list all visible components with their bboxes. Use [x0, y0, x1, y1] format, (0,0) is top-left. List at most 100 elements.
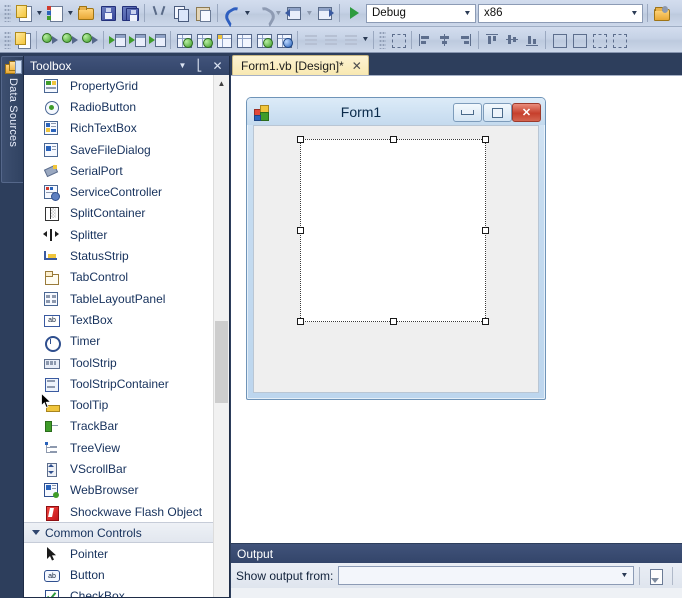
toolbox-item-timer[interactable]: Timer: [24, 330, 214, 353]
resize-handle-s[interactable]: [389, 318, 397, 325]
chevron-down-icon[interactable]: [460, 5, 475, 22]
size-to-grid-button[interactable]: [589, 29, 609, 51]
solution-configuration-combo[interactable]: Debug: [366, 3, 476, 23]
resize-handle-se[interactable]: [482, 318, 489, 325]
form-titlebar[interactable]: Form1 ✕: [247, 98, 545, 125]
align-centers-button[interactable]: [435, 29, 455, 51]
tab-form1-design[interactable]: Form1.vb [Design]* ✕: [232, 55, 369, 76]
step-into-button[interactable]: [60, 29, 80, 51]
locals-window-button[interactable]: [194, 29, 214, 51]
center-horizontally-button[interactable]: [609, 29, 629, 51]
output-find-message-button[interactable]: [645, 565, 667, 587]
resize-handle-nw[interactable]: [297, 136, 304, 143]
open-file-button[interactable]: [75, 2, 97, 24]
align-lefts-button[interactable]: [415, 29, 435, 51]
toolbox-item-tooltip[interactable]: ToolTip: [24, 394, 214, 416]
modules-window-button[interactable]: [274, 29, 294, 51]
tab-order-button[interactable]: [388, 29, 408, 51]
save-button[interactable]: [97, 2, 119, 24]
make-same-height-button[interactable]: [569, 29, 589, 51]
toolbox-item-trackbar[interactable]: TrackBar: [24, 415, 214, 438]
toolbar-overflow-button[interactable]: [361, 29, 370, 51]
toolbox-item-checkbox[interactable]: CheckBox: [24, 585, 214, 597]
toolbox-dropdown-button[interactable]: ▼: [174, 56, 191, 75]
make-same-width-button[interactable]: [549, 29, 569, 51]
form-preview-window[interactable]: Form1 ✕: [246, 97, 546, 400]
resize-handle-ne[interactable]: [482, 136, 489, 143]
toolbox-item-toolstripcontainer[interactable]: ToolStripContainer: [24, 373, 214, 395]
toolbox-group-common-controls[interactable]: Common Controls: [24, 522, 214, 544]
start-debugging-button[interactable]: [343, 2, 365, 24]
call-stack-button[interactable]: [234, 29, 254, 51]
toolbox-item-richtextbox[interactable]: RichTextBox: [24, 117, 214, 139]
toolbox-pin-button[interactable]: ⎣: [191, 56, 208, 75]
form-maximize-button[interactable]: [483, 103, 512, 122]
toolbox-item-shockwave-flash-object[interactable]: Shockwave Flash Object: [24, 500, 214, 523]
redo-button[interactable]: [252, 2, 278, 28]
start-debug-2-button[interactable]: [127, 29, 147, 51]
resize-handle-e[interactable]: [482, 227, 489, 234]
new-window-button[interactable]: [13, 29, 33, 51]
resize-handle-n[interactable]: [389, 136, 397, 143]
toolbox-item-webbrowser[interactable]: WebBrowser: [24, 479, 214, 501]
align-rights-button[interactable]: [455, 29, 475, 51]
uncomment-selection-button[interactable]: [321, 29, 341, 51]
selected-control[interactable]: [297, 136, 489, 325]
toolbox-item-vscrollbar[interactable]: VScrollBar: [24, 458, 214, 480]
new-project-dropdown-arrow[interactable]: [35, 2, 44, 24]
toolbar-grip[interactable]: [4, 30, 11, 49]
start-debug-3-button[interactable]: [147, 29, 167, 51]
toolbar-grip[interactable]: [379, 30, 386, 49]
toolbox-item-radiobutton[interactable]: RadioButton: [24, 96, 214, 118]
watch-window-button[interactable]: [174, 29, 194, 51]
copy-button[interactable]: [170, 2, 192, 24]
find-in-files-button[interactable]: [651, 2, 673, 24]
form-close-button[interactable]: ✕: [512, 103, 541, 122]
navigate-backward-button[interactable]: [283, 2, 305, 24]
add-new-item-dropdown-arrow[interactable]: [66, 2, 75, 24]
paste-button[interactable]: [192, 2, 214, 24]
chevron-down-icon[interactable]: [617, 567, 632, 584]
toolbox-item-servicecontroller[interactable]: ServiceController: [24, 181, 214, 203]
navigate-backward-dropdown-arrow[interactable]: [305, 2, 314, 24]
toolbox-item-pointer[interactable]: Pointer: [24, 543, 214, 565]
start-debug-1-button[interactable]: [107, 29, 127, 51]
form-minimize-button[interactable]: [453, 103, 482, 122]
redo-dropdown-arrow[interactable]: [274, 2, 283, 24]
toolbox-item-serialport[interactable]: SerialPort: [24, 160, 214, 182]
undo-button[interactable]: [221, 2, 247, 28]
scrollbar-thumb[interactable]: [215, 321, 228, 403]
form-client-area[interactable]: [253, 125, 539, 393]
save-all-button[interactable]: [119, 2, 141, 24]
navigate-forward-button[interactable]: [314, 2, 336, 24]
threads-window-button[interactable]: [254, 29, 274, 51]
toolbar-grip[interactable]: [4, 4, 11, 22]
toolbox-scrollbar[interactable]: ▲: [213, 75, 229, 597]
autos-window-button[interactable]: [214, 29, 234, 51]
toolbox-item-splitter[interactable]: Splitter: [24, 224, 214, 246]
toolbox-item-statusstrip[interactable]: StatusStrip: [24, 245, 214, 267]
solution-platform-combo[interactable]: x86: [478, 3, 643, 23]
toolbox-item-toolstrip[interactable]: ToolStrip: [24, 351, 214, 374]
add-new-item-button[interactable]: [44, 2, 66, 24]
undo-dropdown-arrow[interactable]: [243, 2, 252, 24]
align-middles-button[interactable]: [502, 29, 522, 51]
break-all-button[interactable]: [40, 29, 60, 51]
toolbox-item-textbox[interactable]: ab TextBox: [24, 309, 214, 331]
new-project-button[interactable]: [13, 2, 35, 24]
toolbox-item-splitcontainer[interactable]: SplitContainer: [24, 202, 214, 225]
align-bottoms-button[interactable]: [522, 29, 542, 51]
resize-handle-w[interactable]: [297, 227, 304, 234]
output-source-combo[interactable]: [338, 566, 635, 585]
form-designer-surface[interactable]: Form1 ✕: [231, 75, 682, 544]
toolbox-item-tablelayoutpanel[interactable]: TableLayoutPanel: [24, 287, 214, 310]
toolbox-close-button[interactable]: ✕: [209, 56, 226, 75]
resize-handle-sw[interactable]: [297, 318, 304, 325]
toolbox-item-savefiledialog[interactable]: SaveFileDialog: [24, 138, 214, 161]
toolbox-item-treeview[interactable]: TreeView: [24, 437, 214, 459]
step-over-button[interactable]: [80, 29, 100, 51]
expander-icon[interactable]: [32, 530, 40, 536]
toolbox-item-tabcontrol[interactable]: TabControl: [24, 266, 214, 288]
output-text-area[interactable]: [231, 588, 682, 598]
data-sources-tab[interactable]: Data Sources: [1, 56, 24, 183]
